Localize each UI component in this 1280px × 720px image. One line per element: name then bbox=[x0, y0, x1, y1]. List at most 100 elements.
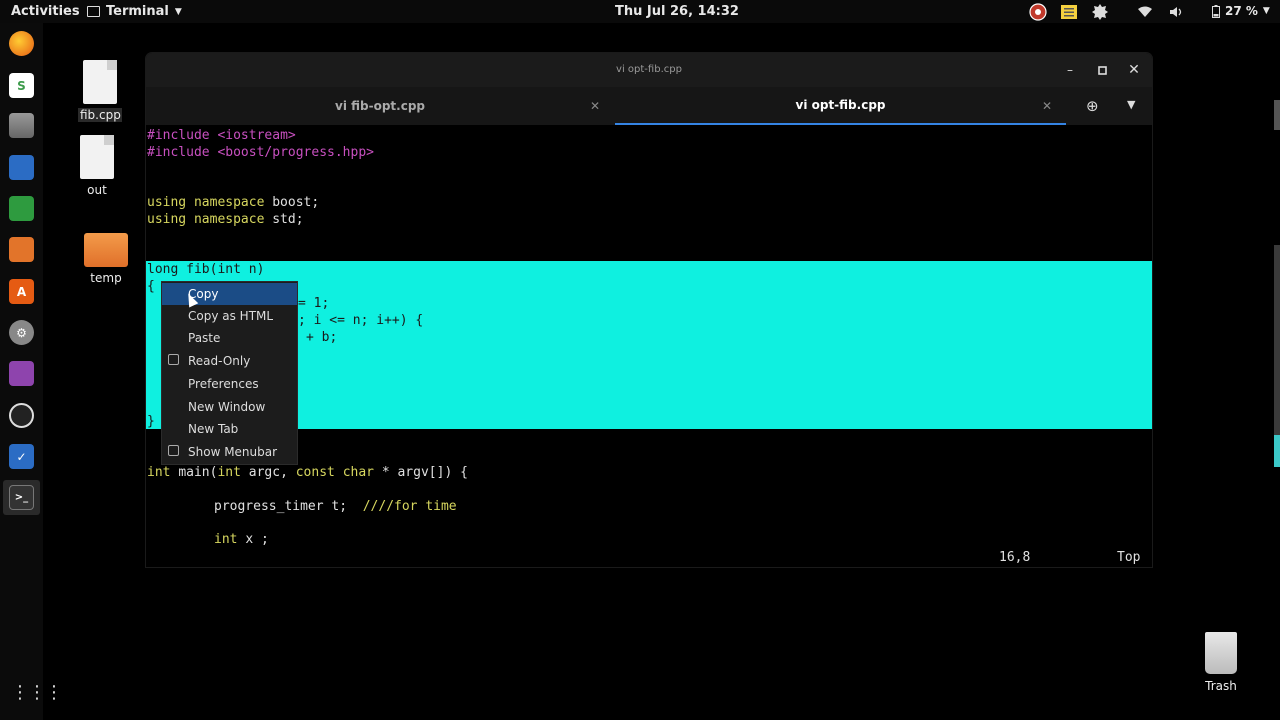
chevron-down-icon[interactable]: ▼ bbox=[1127, 98, 1135, 111]
new-tab-icon[interactable]: ⊕ bbox=[1086, 97, 1099, 115]
maximize-icon bbox=[1097, 65, 1107, 75]
menu-item-paste[interactable]: Paste bbox=[162, 327, 297, 349]
terminal-icon[interactable]: >_ bbox=[9, 485, 34, 510]
menu-item-label: Copy as HTML bbox=[188, 309, 274, 323]
menu-item-show-menubar[interactable]: Show Menubar bbox=[162, 441, 297, 463]
code-token: main( bbox=[178, 465, 218, 480]
chevron-down-icon: ▼ bbox=[174, 6, 182, 17]
code-token: using namespace bbox=[147, 195, 273, 210]
code-token: x ; bbox=[245, 532, 269, 547]
app-menu-button[interactable]: Terminal ▼ bbox=[87, 4, 182, 19]
code-token: ////for time bbox=[362, 499, 457, 514]
desktop-icon-label: fib.cpp bbox=[78, 108, 122, 122]
window-title: vi opt-fib.cpp bbox=[616, 64, 682, 75]
menu-item-label: New Window bbox=[188, 400, 266, 414]
terminal-line: progress_timer t; ////for time bbox=[214, 499, 457, 514]
checkbox-icon[interactable] bbox=[168, 445, 179, 456]
tasks-icon[interactable]: ✓ bbox=[9, 444, 34, 469]
clock[interactable]: Thu Jul 26, 14:32 bbox=[615, 4, 739, 19]
desktop-folder-temp[interactable]: temp bbox=[83, 233, 129, 285]
obs-icon[interactable] bbox=[9, 403, 34, 428]
tab-bar: vi fib-opt.cpp ✕ vi opt-fib.cpp ✕ ⊕ ▼ bbox=[146, 87, 1152, 125]
menu-item-read-only[interactable]: Read-Only bbox=[162, 350, 297, 372]
code-token: progress_timer t; bbox=[214, 499, 363, 514]
menu-item-label: Read-Only bbox=[188, 354, 251, 368]
battery-icon bbox=[1212, 4, 1220, 18]
tab-fib-opt[interactable]: vi fib-opt.cpp ✕ bbox=[146, 87, 614, 125]
code-token: std; bbox=[272, 212, 304, 227]
tab-label: vi opt-fib.cpp bbox=[795, 98, 886, 112]
terminal-line: using namespace std; bbox=[147, 212, 304, 227]
code-token: using namespace bbox=[147, 212, 273, 227]
code-token: { bbox=[147, 279, 155, 294]
terminal-line: + b; bbox=[306, 330, 337, 345]
tab-label: vi fib-opt.cpp bbox=[335, 99, 425, 113]
chevron-down-icon: ▼ bbox=[1262, 6, 1270, 16]
code-token: int bbox=[147, 465, 179, 480]
slack-icon[interactable]: S bbox=[9, 73, 34, 98]
impress-icon[interactable] bbox=[9, 237, 34, 262]
screenshot-icon[interactable] bbox=[9, 361, 34, 386]
file-icon bbox=[80, 135, 114, 179]
settings-icon[interactable]: ⚙ bbox=[9, 320, 34, 345]
code-token: * argv[]) { bbox=[381, 465, 468, 480]
code-token: boost; bbox=[272, 195, 320, 210]
title-bar[interactable]: vi opt-fib.cpp – ✕ bbox=[146, 53, 1152, 87]
scroll-position: Top bbox=[1117, 550, 1141, 565]
software-icon[interactable]: A bbox=[9, 279, 34, 304]
terminal-line: long fib(int n) bbox=[147, 262, 264, 277]
desktop-icon-label: out bbox=[87, 183, 107, 197]
desktop-file-out[interactable]: out bbox=[78, 135, 116, 197]
terminal-line: = 1; bbox=[298, 296, 329, 311]
edge-marker bbox=[1274, 100, 1280, 130]
close-icon[interactable]: ✕ bbox=[590, 99, 600, 113]
code-token: long fib(int n) bbox=[147, 262, 265, 277]
code-token: int bbox=[214, 532, 246, 547]
code-token: ; i <= n; i++) { bbox=[298, 313, 424, 328]
cpp-file-icon bbox=[83, 60, 117, 104]
close-button[interactable]: ✕ bbox=[1125, 61, 1143, 79]
menu-item-label: Show Menubar bbox=[188, 445, 278, 459]
wifi-icon[interactable] bbox=[1135, 2, 1155, 22]
battery-indicator[interactable]: 27 % ▼ bbox=[1212, 4, 1270, 18]
minimize-button[interactable]: – bbox=[1061, 61, 1079, 79]
tab-opt-fib[interactable]: vi opt-fib.cpp ✕ bbox=[615, 87, 1066, 125]
terminal-line: int main(int argc, const char * argv[]) … bbox=[147, 465, 468, 480]
puzzle-icon[interactable] bbox=[1090, 2, 1110, 22]
firefox-icon[interactable] bbox=[9, 31, 34, 56]
menu-item-copy[interactable]: Copy bbox=[162, 283, 297, 305]
maximize-button[interactable] bbox=[1093, 61, 1111, 79]
close-icon[interactable]: ✕ bbox=[1042, 99, 1052, 113]
terminal-line: } bbox=[147, 414, 155, 429]
volume-icon[interactable] bbox=[1166, 2, 1186, 22]
edge-marker bbox=[1274, 435, 1280, 467]
terminal-icon bbox=[87, 6, 100, 17]
menu-item-new-window[interactable]: New Window bbox=[162, 396, 297, 418]
desktop-file-fib-cpp[interactable]: fib.cpp bbox=[78, 60, 122, 122]
trash-icon bbox=[1205, 632, 1237, 674]
menu-item-copy-as-html[interactable]: Copy as HTML bbox=[162, 305, 297, 327]
trash-label: Trash bbox=[1205, 679, 1237, 693]
obs-icon[interactable] bbox=[1028, 2, 1048, 22]
checkbox-icon[interactable] bbox=[168, 354, 179, 365]
menu-item-preferences[interactable]: Preferences bbox=[162, 373, 297, 395]
terminal-line: #include <iostream> bbox=[147, 128, 296, 143]
show-apps-icon[interactable]: ⋮⋮⋮ bbox=[11, 684, 63, 702]
desktop-trash[interactable]: Trash bbox=[1200, 632, 1242, 693]
files-icon[interactable] bbox=[9, 113, 34, 138]
terminal-line: using namespace boost; bbox=[147, 195, 319, 210]
calc-icon[interactable] bbox=[9, 196, 34, 221]
code-token: + b; bbox=[306, 330, 338, 345]
activities-button[interactable]: Activities bbox=[11, 4, 80, 19]
terminal-line: ; i <= n; i++) { bbox=[298, 313, 423, 328]
battery-percentage: 27 % bbox=[1225, 4, 1258, 18]
menu-item-label: Paste bbox=[188, 331, 221, 345]
folder-icon bbox=[84, 233, 128, 267]
menu-item-label: New Tab bbox=[188, 422, 239, 436]
writer-icon[interactable] bbox=[9, 155, 34, 180]
system-tray bbox=[1028, 1, 1197, 23]
cursor-position: 16,8 bbox=[999, 550, 1031, 565]
code-token: int bbox=[217, 465, 249, 480]
notes-icon[interactable] bbox=[1059, 2, 1079, 22]
menu-item-new-tab[interactable]: New Tab bbox=[162, 418, 297, 440]
